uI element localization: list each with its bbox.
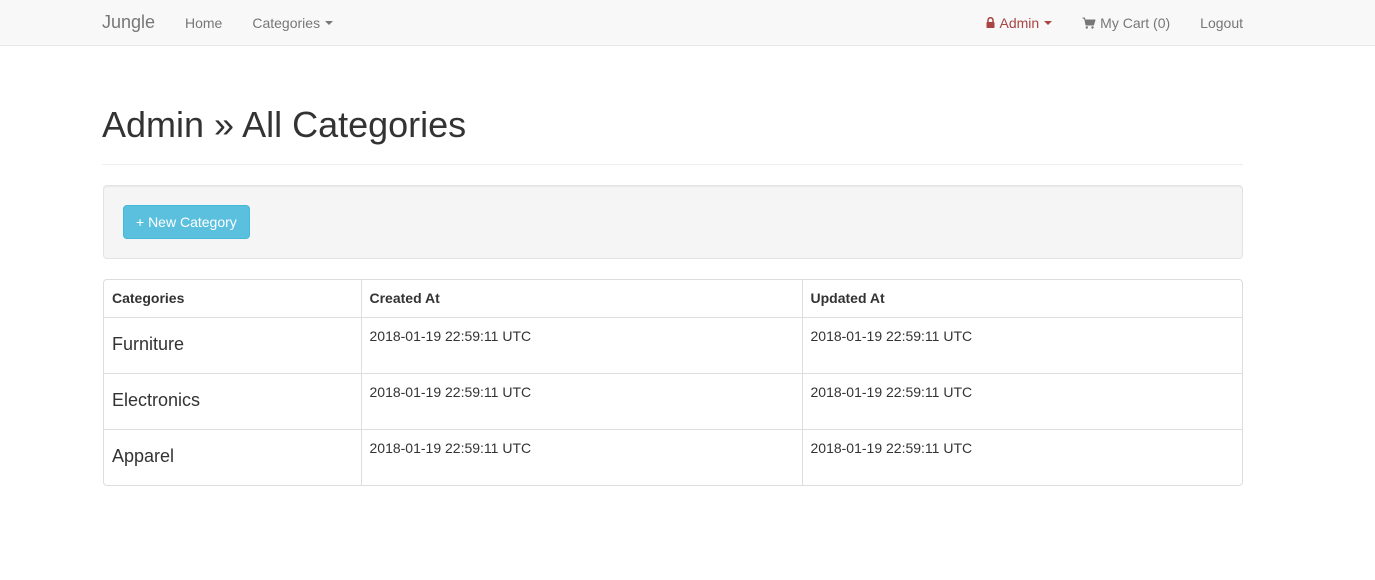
cart-icon	[1082, 17, 1096, 29]
page-title: Admin » All Categories	[102, 104, 467, 145]
nav-logout-link[interactable]: Logout	[1200, 13, 1243, 33]
created-at-cell: 2018-01-19 22:59:11 UTC	[360, 372, 802, 429]
table-row: Furniture 2018-01-19 22:59:11 UTC 2018-0…	[104, 317, 1242, 373]
created-at-cell: 2018-01-19 22:59:11 UTC	[360, 428, 802, 485]
nav-categories-dropdown[interactable]: Categories	[252, 13, 334, 33]
column-header-categories: Categories	[104, 280, 361, 318]
column-header-created-at: Created At	[360, 280, 802, 318]
nav-cart-link[interactable]: My Cart (0)	[1082, 13, 1170, 33]
table-header-row: Categories Created At Updated At	[104, 280, 1242, 318]
nav-admin-dropdown[interactable]: Admin	[986, 13, 1053, 33]
updated-at-cell: 2018-01-19 22:59:11 UTC	[801, 317, 1242, 373]
caret-down-icon	[1044, 20, 1053, 25]
updated-at-cell: 2018-01-19 22:59:11 UTC	[801, 372, 1242, 429]
table-row: Electronics 2018-01-19 22:59:11 UTC 2018…	[104, 372, 1242, 429]
nav-admin-label: Admin	[999, 14, 1040, 31]
nav-home-link[interactable]: Home	[185, 13, 222, 33]
brand-link[interactable]: Jungle	[102, 12, 155, 32]
caret-down-icon	[325, 20, 334, 25]
table-row: Apparel 2018-01-19 22:59:11 UTC 2018-01-…	[104, 428, 1242, 485]
updated-at-cell: 2018-01-19 22:59:11 UTC	[801, 428, 1242, 485]
nav-categories-label: Categories	[252, 14, 321, 31]
nav-right: Admin My Cart (0) Logout	[986, 0, 1243, 45]
categories-table: Categories Created At Updated At Furnitu…	[104, 280, 1242, 485]
nav-logout-label: Logout	[1200, 14, 1243, 31]
actions-well: + New Category	[103, 185, 1243, 259]
category-name-cell: Furniture	[112, 333, 185, 354]
lock-icon	[986, 17, 995, 28]
page-header: Admin » All Categories	[102, 102, 1243, 165]
new-category-button[interactable]: + New Category	[123, 205, 250, 239]
category-name-cell: Electronics	[104, 372, 361, 429]
categories-table-panel: Categories Created At Updated At Furnitu…	[103, 279, 1243, 486]
column-header-updated-at: Updated At	[801, 280, 1242, 318]
navbar: Jungle Home Categories Admin My Cart (0)…	[0, 0, 1375, 46]
category-name-cell: Apparel	[104, 428, 361, 485]
nav-home-label: Home	[185, 14, 223, 31]
nav-left: Home Categories	[185, 0, 363, 45]
created-at-cell: 2018-01-19 22:59:11 UTC	[360, 317, 802, 373]
navbar-container: Jungle Home Categories Admin My Cart (0)…	[102, 0, 1243, 45]
nav-cart-label: My Cart (0)	[1100, 14, 1171, 31]
